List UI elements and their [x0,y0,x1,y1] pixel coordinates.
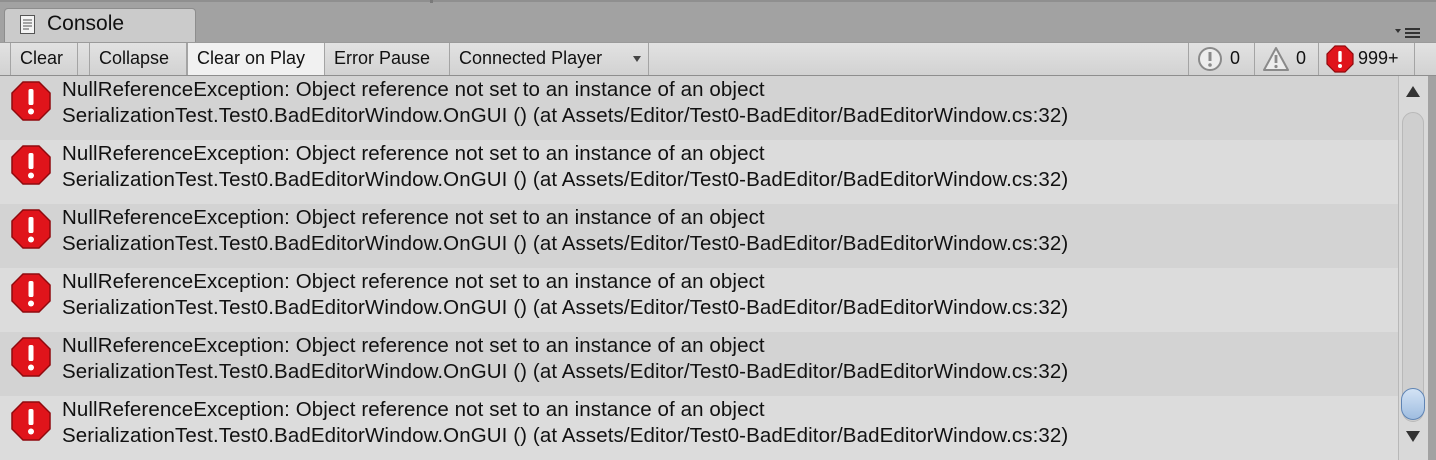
tab-strip: Console [0,0,1436,44]
scroll-up-arrow-icon[interactable] [1406,86,1420,97]
error-icon [11,209,51,249]
console-toolbar: Clear Collapse Clear on Play Error Pause… [0,42,1436,76]
error-icon [11,273,51,313]
clear-on-play-toggle[interactable]: Clear on Play [187,43,325,75]
log-stacktrace: SerializationTest.Test0.BadEditorWindow.… [62,424,1069,447]
log-stacktrace: SerializationTest.Test0.BadEditorWindow.… [62,104,1069,127]
console-document-icon [20,15,35,34]
scroll-down-arrow-icon[interactable] [1406,431,1420,442]
error-icon [11,81,51,121]
panel-menu-icon[interactable] [1395,26,1425,38]
log-stacktrace: SerializationTest.Test0.BadEditorWindow.… [62,168,1069,191]
warning-icon [1263,47,1289,71]
log-stacktrace: SerializationTest.Test0.BadEditorWindow.… [62,296,1069,319]
log-message: NullReferenceException: Object reference… [62,142,765,165]
log-message: NullReferenceException: Object reference… [62,206,765,229]
scrollbar-thumb[interactable] [1401,388,1425,420]
connected-player-value: Connected Player [459,48,603,68]
log-entry[interactable]: NullReferenceException: Object reference… [0,204,1398,268]
info-icon [1198,47,1222,71]
log-entry[interactable]: NullReferenceException: Object reference… [0,140,1398,204]
log-stacktrace: SerializationTest.Test0.BadEditorWindow.… [62,232,1069,255]
log-entry[interactable]: NullReferenceException: Object reference… [0,332,1398,396]
error-icon [11,145,51,185]
warning-count: 0 [1296,48,1307,68]
info-filter-toggle[interactable]: 0 [1188,43,1254,75]
log-stacktrace: SerializationTest.Test0.BadEditorWindow.… [62,360,1069,383]
tab-console[interactable]: Console [4,8,196,44]
log-message: NullReferenceException: Object reference… [62,78,765,101]
vertical-scrollbar[interactable] [1398,76,1428,460]
console-log-list: NullReferenceException: Object reference… [0,76,1398,460]
error-icon [11,337,51,377]
clear-button[interactable]: Clear [10,43,78,75]
tab-title: Console [47,12,125,35]
chevron-down-icon [633,56,641,62]
info-count: 0 [1230,48,1241,68]
log-entry[interactable]: NullReferenceException: Object reference… [0,268,1398,332]
log-entry[interactable]: NullReferenceException: Object reference… [0,396,1398,460]
error-filter-toggle[interactable]: 999+ [1318,43,1415,75]
error-icon [1326,45,1354,73]
collapse-button[interactable]: Collapse [89,43,187,75]
connected-player-dropdown[interactable]: Connected Player [450,43,649,75]
error-icon [11,401,51,441]
log-entry[interactable]: NullReferenceException: Object reference… [0,76,1398,140]
splitter-notch [430,0,433,3]
warning-filter-toggle[interactable]: 0 [1254,43,1318,75]
log-message: NullReferenceException: Object reference… [62,334,765,357]
tab-strip-border [0,0,1436,2]
scrollbar-track[interactable] [1402,112,1424,422]
log-message: NullReferenceException: Object reference… [62,398,765,421]
error-count: 999+ [1358,48,1399,68]
error-pause-button[interactable]: Error Pause [325,43,450,75]
window-edge [1428,76,1436,460]
log-message: NullReferenceException: Object reference… [62,270,765,293]
